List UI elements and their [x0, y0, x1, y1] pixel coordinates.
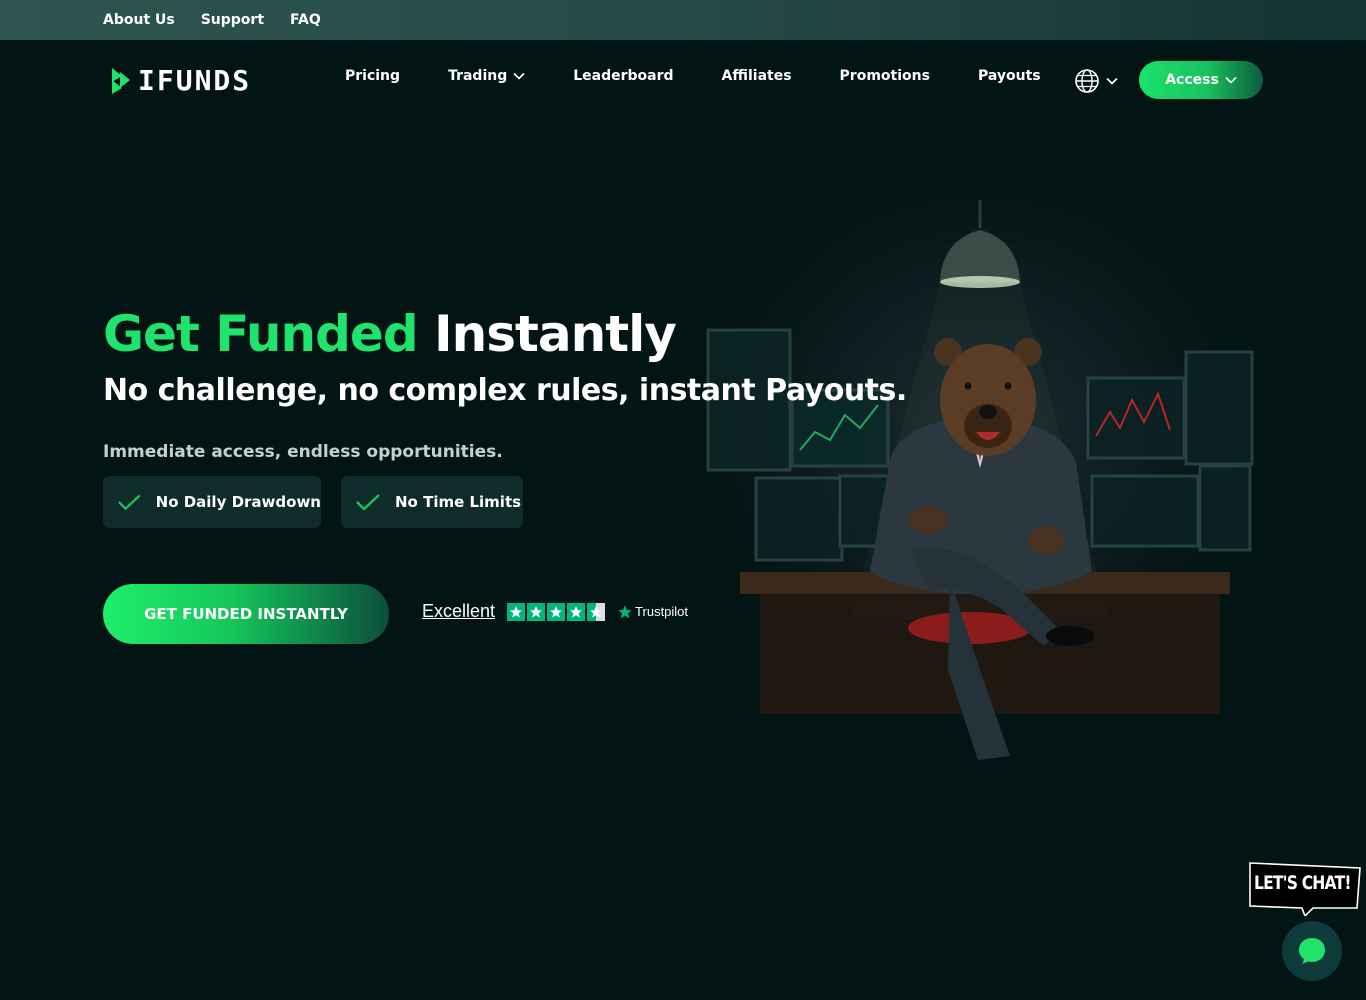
- hero-illustration: [700, 200, 1260, 780]
- trustpilot-brand: Trustpilot: [617, 604, 688, 620]
- hero-title-highlight: Get Funded: [103, 305, 419, 363]
- nav-affiliates[interactable]: Affiliates: [722, 68, 792, 84]
- trustpilot-star-icon: [618, 604, 632, 618]
- chat-icon: [1299, 938, 1325, 964]
- star-icon: [527, 602, 546, 621]
- nav-promotions[interactable]: Promotions: [840, 68, 930, 84]
- checkmark-icon: [118, 494, 141, 511]
- hero-title: Get Funded Instantly: [103, 303, 677, 365]
- hero-subtitle: No challenge, no complex rules, instant …: [103, 373, 907, 408]
- nav-payouts[interactable]: Payouts: [978, 68, 1041, 84]
- logo-text: IFUNDS: [138, 64, 252, 97]
- faq-link[interactable]: FAQ: [290, 12, 321, 28]
- nav-promotions-label: Promotions: [839, 68, 930, 84]
- globe-icon: [1075, 69, 1099, 93]
- feature-no-daily-drawdown: No Daily Drawdown: [103, 476, 321, 528]
- main-navigation: IFUNDS Pricing Trading Leaderboard Affil…: [0, 40, 1366, 120]
- language-selector[interactable]: [1074, 68, 1118, 94]
- nav-payouts-label: Payouts: [977, 68, 1041, 84]
- logo[interactable]: IFUNDS: [110, 64, 251, 97]
- trustpilot-widget[interactable]: Excellent Trustpilot: [422, 601, 688, 622]
- checkmark-icon: [356, 494, 380, 511]
- top-utility-bar: About Us Support FAQ: [0, 0, 1366, 40]
- star-icon: [507, 602, 526, 621]
- nav-affiliates-label: Affiliates: [721, 68, 792, 84]
- feature-label: No Daily Drawdown: [155, 493, 321, 511]
- hero-title-rest: Instantly: [434, 305, 677, 363]
- feature-no-time-limits: No Time Limits: [341, 476, 523, 528]
- chevron-down-icon: [513, 72, 525, 80]
- chat-launcher-button[interactable]: [1282, 921, 1342, 981]
- nav-pricing-label: Pricing: [345, 68, 401, 84]
- bear-trader-illustration: [706, 200, 1254, 760]
- get-funded-instantly-button[interactable]: GET FUNDED INSTANTLY: [103, 584, 389, 644]
- chevron-down-icon: [1106, 77, 1118, 85]
- nav-pricing[interactable]: Pricing: [345, 68, 400, 84]
- nav-trading[interactable]: Trading: [448, 68, 525, 84]
- half-star-icon: [587, 602, 606, 621]
- feature-label: No Time Limits: [395, 493, 522, 511]
- access-button-label: Access: [1165, 72, 1219, 88]
- nav-leaderboard-label: Leaderboard: [573, 68, 674, 84]
- star-icon: [567, 602, 586, 621]
- lets-chat-label[interactable]: LET'S CHAT!: [1254, 872, 1351, 894]
- support-link[interactable]: Support: [201, 12, 264, 28]
- nav-links: Pricing Trading Leaderboard Affiliates P…: [345, 68, 1089, 84]
- nav-trading-label: Trading: [448, 68, 508, 84]
- trustpilot-brand-label: Trustpilot: [635, 604, 689, 619]
- hero-description: Immediate access, endless opportunities.: [103, 442, 503, 462]
- trustpilot-stars: [507, 602, 606, 621]
- chevron-down-icon: [1225, 76, 1237, 84]
- access-button[interactable]: Access: [1139, 61, 1263, 99]
- nav-leaderboard[interactable]: Leaderboard: [573, 68, 673, 84]
- trustpilot-rating-text[interactable]: Excellent: [422, 601, 495, 622]
- about-us-link[interactable]: About Us: [103, 12, 175, 28]
- logo-mark-icon: [112, 67, 130, 94]
- star-icon: [547, 602, 566, 621]
